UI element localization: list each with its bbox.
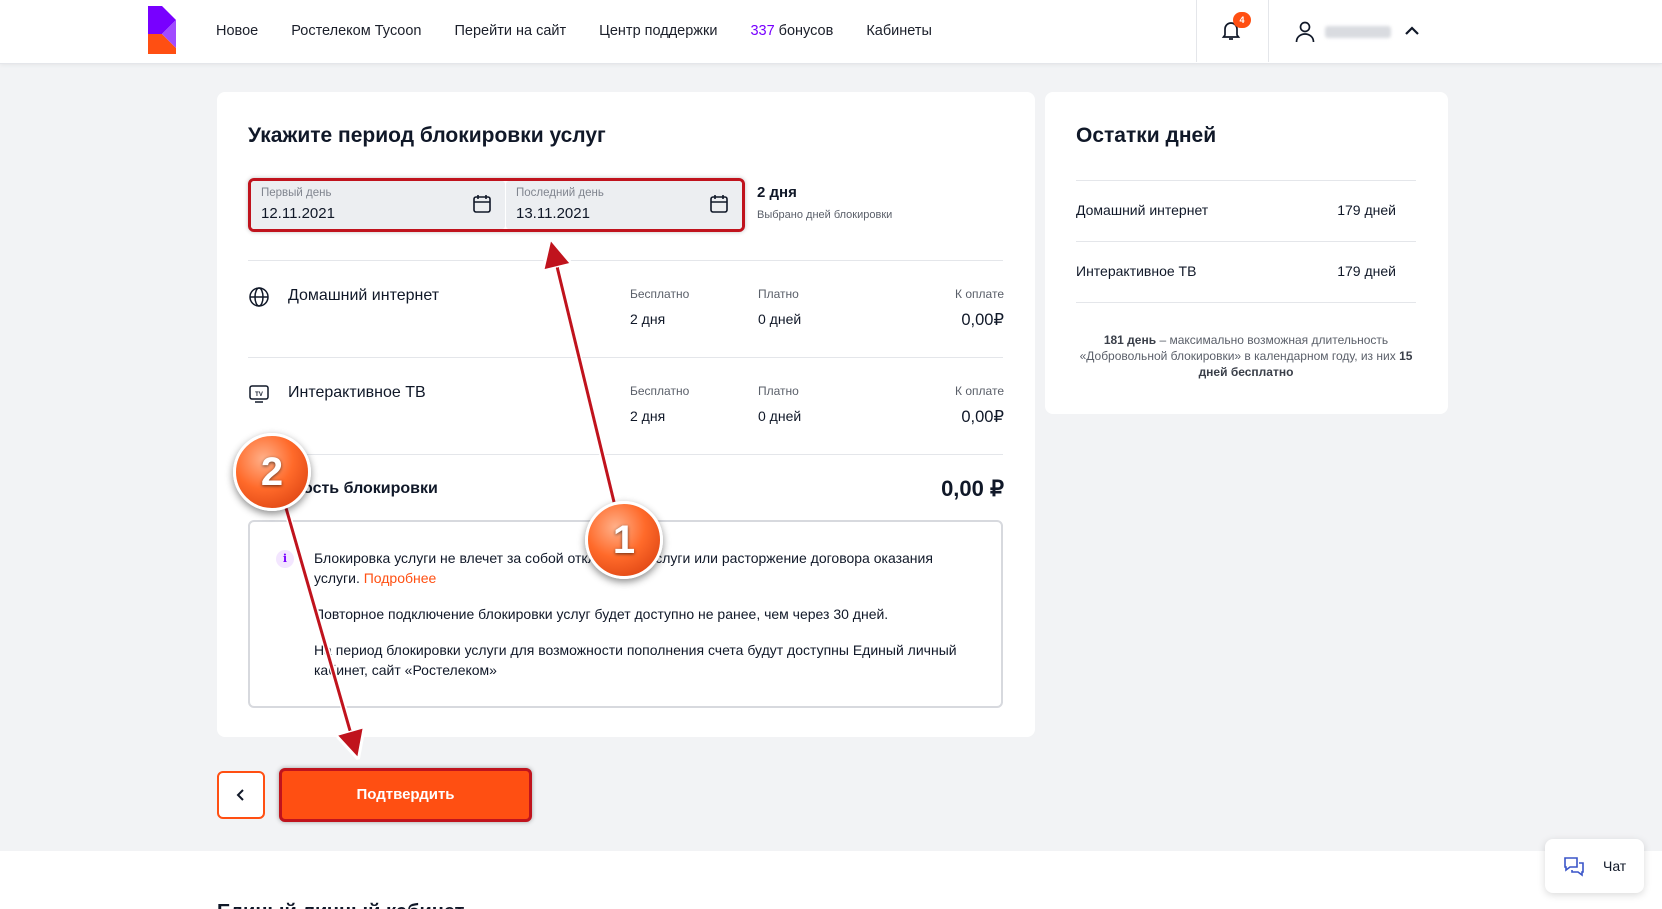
calendar-icon[interactable] (471, 193, 493, 215)
divider (1076, 241, 1416, 242)
tv-free-value: 2 дня (630, 408, 666, 424)
service-name-internet: Домашний интернет (288, 287, 440, 304)
notification-badge: 4 (1233, 12, 1251, 28)
bonus-label: бонусов (774, 23, 834, 39)
first-day-value: 12.11.2021 (261, 205, 335, 222)
tv-paid-value: 0 дней (758, 408, 802, 424)
confirm-button[interactable]: Подтвердить (279, 768, 532, 822)
annotation-badge-2: 2 (233, 433, 311, 511)
bonus-count: 337 (750, 23, 775, 39)
internet-topay-value: 0,00₽ (961, 311, 1004, 329)
chat-button[interactable]: Чат (1545, 839, 1644, 893)
total-label: ость блокировки (303, 480, 438, 497)
remaining-internet-value: 179 дней (1337, 202, 1396, 218)
remaining-tv-value: 179 дней (1337, 263, 1396, 279)
first-day-label: Первый день (261, 187, 332, 199)
limit-note: 181 день – максимально возможная длитель… (1076, 332, 1416, 380)
tv-topay-value: 0,00₽ (961, 408, 1004, 426)
col-topay-label: К оплате (955, 384, 1004, 398)
page-title: Укажите период блокировки услуг (248, 124, 606, 147)
rostelecom-logo[interactable] (146, 4, 180, 56)
col-free-label: Бесплатно (630, 287, 690, 301)
last-day-label: Последний день (516, 187, 604, 199)
nav-item-new[interactable]: Новое (216, 23, 258, 39)
selected-days-caption: Выбрано дней блокировки (757, 209, 893, 221)
footer: Единый личный кабинет (0, 851, 1662, 909)
divider (1076, 180, 1416, 181)
globe-icon (249, 287, 269, 307)
remaining-internet-label: Домашний интернет (1076, 202, 1209, 218)
col-paid-label: Платно (758, 384, 799, 398)
last-day-value: 13.11.2021 (516, 205, 590, 222)
more-link[interactable]: Подробнее (364, 570, 437, 586)
divider (248, 357, 1003, 358)
block-period-card: Укажите период блокировки услуг Первый д… (217, 92, 1035, 737)
chat-icon (1564, 857, 1584, 877)
nav-item-support[interactable]: Центр поддержки (599, 23, 717, 39)
header-divider (1268, 0, 1269, 62)
info-paragraph-3: На период блокировки услуги для возможно… (314, 642, 957, 678)
internet-paid-value: 0 дней (758, 311, 802, 327)
chevron-up-icon[interactable] (1403, 24, 1421, 38)
annotation-badge-1: 1 (585, 501, 663, 579)
total-value: 0,00 ₽ (941, 476, 1004, 501)
first-day-field[interactable]: Первый день 12.11.2021 (251, 181, 505, 229)
user-icon[interactable] (1294, 20, 1316, 44)
last-day-field[interactable]: Последний день 13.11.2021 (506, 181, 742, 229)
divider (1076, 302, 1416, 303)
header-divider (1196, 0, 1197, 62)
divider (248, 260, 1003, 261)
col-paid-label: Платно (758, 287, 799, 301)
info-paragraph-2: Повторное подключение блокировки услуг б… (314, 606, 889, 622)
selected-days-count: 2 дня (757, 184, 797, 201)
info-icon: i (276, 550, 294, 568)
calendar-icon[interactable] (708, 193, 730, 215)
user-name-blurred[interactable] (1325, 26, 1391, 38)
col-free-label: Бесплатно (630, 384, 690, 398)
remaining-days-card: Остатки дней Домашний интернет 179 дней … (1045, 92, 1448, 414)
main-nav: Новое Ростелеком Tycoon Перейти на сайт … (216, 0, 965, 62)
remaining-tv-label: Интерактивное ТВ (1076, 263, 1197, 279)
chat-label: Чат (1603, 858, 1627, 874)
side-title: Остатки дней (1076, 124, 1217, 147)
nav-item-tycoon[interactable]: Ростелеком Tycoon (291, 23, 421, 39)
service-name-tv: Интерактивное ТВ (288, 384, 426, 401)
back-button[interactable] (217, 771, 265, 819)
note-days-max: 181 день (1103, 333, 1157, 347)
internet-free-value: 2 дня (630, 311, 666, 327)
svg-text:TV: TV (255, 392, 263, 398)
divider (248, 454, 1003, 455)
nav-item-bonuses[interactable]: 337 бонусов (750, 23, 833, 39)
tv-icon: TV (249, 385, 269, 403)
top-header: Новое Ростелеком Tycoon Перейти на сайт … (0, 0, 1662, 64)
date-range-picker: Первый день 12.11.2021 Последний день 13… (248, 178, 745, 232)
chevron-left-icon (236, 789, 244, 801)
col-topay-label: К оплате (955, 287, 1004, 301)
footer-title: Единый личный кабинет (217, 901, 464, 909)
nav-item-cabinets[interactable]: Кабинеты (866, 23, 932, 39)
nav-item-site[interactable]: Перейти на сайт (454, 23, 566, 39)
